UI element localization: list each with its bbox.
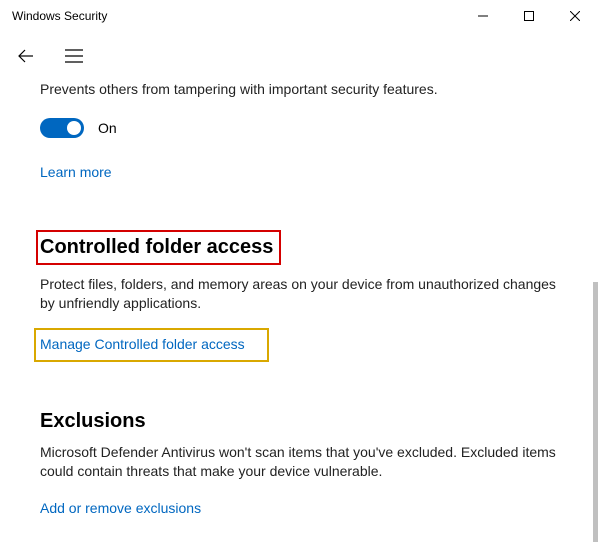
exclusions-title: Exclusions — [40, 410, 558, 433]
tamper-description: Prevents others from tampering with impo… — [40, 80, 558, 100]
window-controls — [460, 0, 598, 32]
minimize-button[interactable] — [460, 0, 506, 32]
tamper-toggle-row: On — [40, 118, 558, 138]
hamburger-menu-button[interactable] — [62, 44, 86, 68]
back-button[interactable] — [14, 44, 38, 68]
window-title: Windows Security — [12, 9, 107, 23]
content-area: Prevents others from tampering with impo… — [0, 80, 598, 518]
cfa-section: Controlled folder access Protect files, … — [40, 230, 558, 362]
tamper-toggle[interactable] — [40, 118, 84, 138]
nav-bar — [0, 32, 598, 80]
exclusions-description: Microsoft Defender Antivirus won't scan … — [40, 443, 558, 482]
scrollbar[interactable] — [593, 282, 598, 542]
close-button[interactable] — [552, 0, 598, 32]
toggle-knob — [67, 121, 81, 135]
tamper-toggle-label: On — [98, 120, 117, 136]
cfa-title: Controlled folder access — [40, 236, 273, 259]
manage-cfa-link[interactable]: Manage Controlled folder access — [40, 336, 245, 352]
exclusions-link[interactable]: Add or remove exclusions — [40, 500, 201, 516]
tamper-learn-more-link[interactable]: Learn more — [40, 164, 112, 180]
scrollbar-thumb[interactable] — [593, 282, 598, 542]
cfa-description: Protect files, folders, and memory areas… — [40, 275, 558, 314]
maximize-button[interactable] — [506, 0, 552, 32]
cfa-title-highlight: Controlled folder access — [36, 230, 281, 265]
cfa-link-highlight: Manage Controlled folder access — [34, 328, 269, 362]
exclusions-section: Exclusions Microsoft Defender Antivirus … — [40, 410, 558, 518]
